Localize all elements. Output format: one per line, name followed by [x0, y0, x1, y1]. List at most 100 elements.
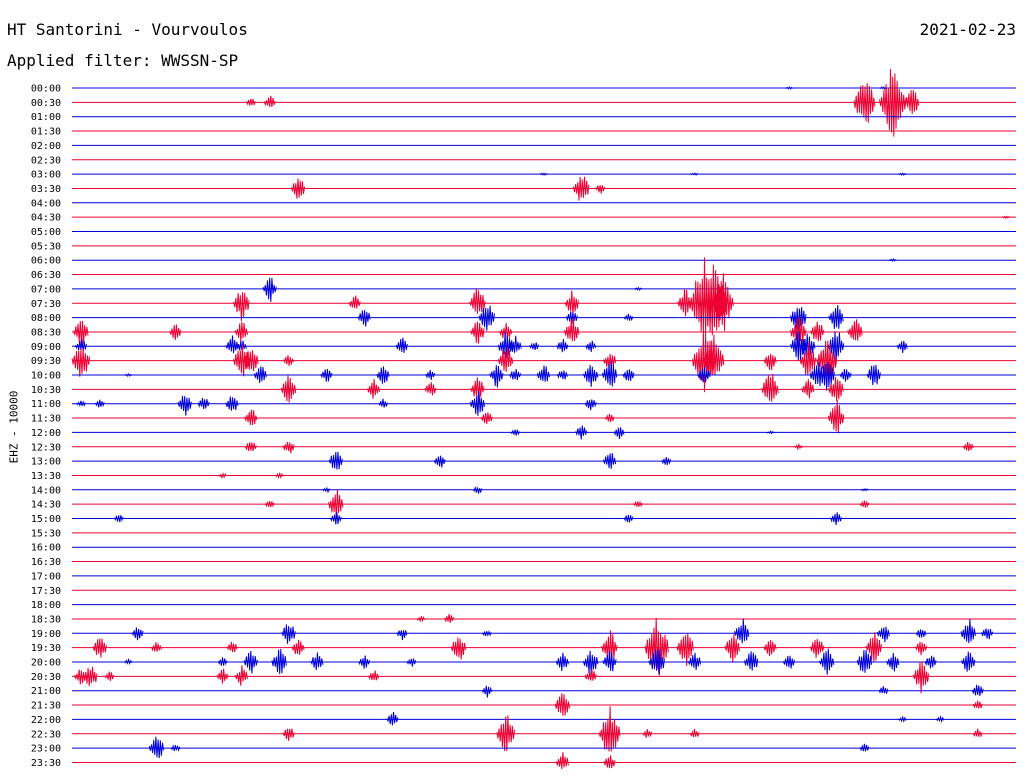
tick-label: 03:30	[31, 184, 61, 195]
tick-label: 10:30	[31, 385, 61, 396]
seismic-event	[218, 471, 227, 480]
seismic-event	[233, 292, 250, 322]
traces-group	[71, 68, 1016, 770]
seismic-event	[274, 471, 284, 479]
tick-label: 00:30	[31, 98, 61, 109]
seismic-event	[450, 637, 467, 660]
seismic-event	[782, 655, 795, 669]
seismic-event	[123, 372, 133, 377]
tick-label: 12:30	[31, 442, 61, 453]
seismic-event	[310, 652, 324, 671]
tick-label: 18:30	[31, 614, 61, 625]
seismic-event	[322, 486, 331, 494]
tick-label: 21:00	[31, 686, 61, 697]
seismic-event	[584, 399, 597, 411]
seismic-event	[367, 378, 381, 399]
seismic-event	[677, 288, 693, 317]
seismic-event	[810, 321, 825, 342]
tick-label: 21:30	[31, 701, 61, 712]
tick-label: 05:00	[31, 227, 61, 238]
seismic-event	[794, 442, 803, 451]
tick-label: 01:30	[31, 127, 61, 138]
seismic-event	[935, 714, 945, 724]
seismic-event	[603, 453, 617, 469]
seismic-event	[856, 649, 873, 673]
seismic-event	[915, 641, 928, 656]
seismic-event	[784, 86, 794, 90]
seismic-event	[603, 755, 616, 769]
seismic-event	[554, 693, 570, 716]
seismic-event	[424, 382, 437, 396]
seismic-event	[509, 369, 522, 381]
seismic-event	[469, 288, 486, 314]
seismic-event	[396, 630, 408, 641]
tick-label: 20:30	[31, 672, 61, 683]
tick-label: 14:30	[31, 500, 61, 511]
seismic-event	[368, 670, 379, 681]
seismic-event	[235, 340, 247, 351]
seismic-event	[828, 305, 844, 329]
seismic-event	[395, 337, 408, 353]
seismic-event	[972, 728, 983, 738]
seismic-event	[234, 321, 248, 343]
tick-label: 08:00	[31, 313, 61, 324]
tick-label: 10:00	[31, 371, 61, 382]
tick-label: 15:30	[31, 528, 61, 539]
tick-label: 16:00	[31, 543, 61, 554]
seismic-event	[585, 340, 597, 352]
seismic-event	[847, 319, 863, 341]
tick-label: 13:00	[31, 457, 61, 468]
seismic-event	[912, 661, 930, 694]
tick-label: 12:00	[31, 428, 61, 439]
tick-label: 06:30	[31, 270, 61, 281]
seismic-event	[801, 379, 815, 399]
tick-label: 19:00	[31, 629, 61, 640]
seismic-event	[876, 626, 890, 643]
seismic-event	[765, 430, 775, 435]
seismic-event	[763, 640, 777, 657]
seismic-event	[281, 624, 296, 644]
seismic-event	[244, 409, 258, 426]
seismic-event	[689, 728, 700, 738]
tick-label: 17:30	[31, 586, 61, 597]
seismic-event	[981, 628, 994, 640]
tick-label: 05:30	[31, 241, 61, 252]
seismic-event	[263, 95, 276, 107]
tick-label: 16:30	[31, 557, 61, 568]
tick-label: 04:00	[31, 198, 61, 209]
seismic-event	[282, 728, 295, 741]
seismic-event	[177, 395, 192, 416]
tick-label: 08:30	[31, 327, 61, 338]
seismic-event	[536, 365, 550, 382]
seismic-event	[348, 295, 361, 309]
seismic-event	[357, 310, 371, 327]
tick-label: 11:00	[31, 399, 61, 410]
seismic-event	[961, 651, 976, 672]
seismic-event	[879, 68, 907, 137]
seismic-event	[225, 335, 239, 354]
seismic-event	[529, 342, 539, 351]
seismic-event	[878, 686, 889, 694]
seismic-event	[148, 736, 165, 759]
seismic-event	[633, 286, 643, 292]
seismic-event	[271, 648, 287, 675]
seismic-event	[556, 370, 568, 380]
seismic-event	[810, 638, 825, 658]
seismic-event	[960, 618, 976, 644]
tick-label: 09:30	[31, 356, 61, 367]
seismic-event	[556, 338, 569, 353]
tick-label: 04:30	[31, 213, 61, 224]
seismic-event	[225, 396, 239, 411]
seismic-event	[633, 500, 643, 508]
tick-label: 22:00	[31, 715, 61, 726]
tick-label: 03:00	[31, 170, 61, 181]
seismic-event	[897, 715, 907, 723]
seismic-event	[131, 627, 144, 641]
seismic-event	[555, 751, 569, 770]
tick-label: 06:00	[31, 256, 61, 267]
seismic-event	[962, 441, 974, 452]
seismic-event	[386, 711, 399, 726]
tick-label: 18:00	[31, 600, 61, 611]
seismic-event	[898, 172, 907, 177]
tick-label: 15:00	[31, 514, 61, 525]
